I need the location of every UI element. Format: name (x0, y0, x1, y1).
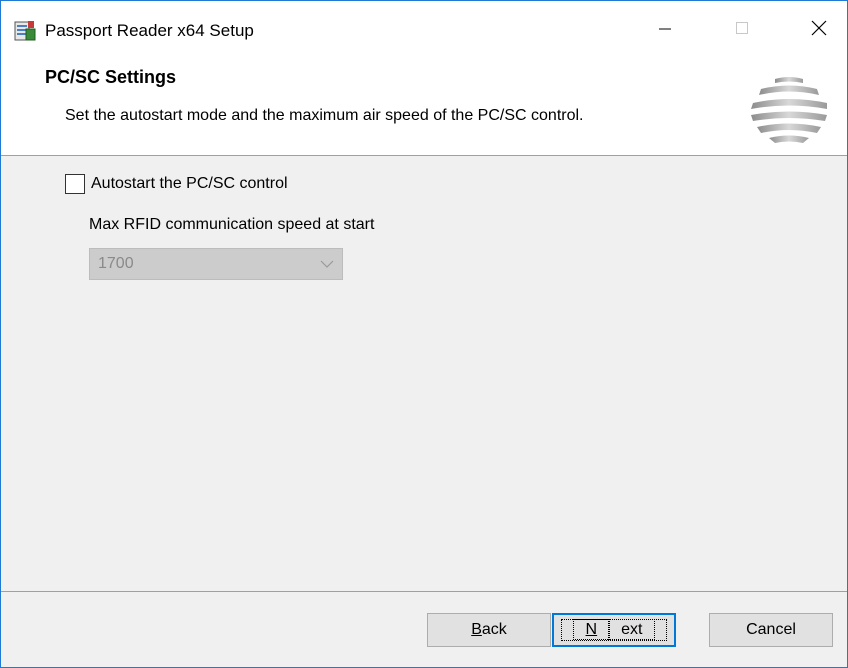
title-bar[interactable]: Passport Reader x64 Setup (1, 1, 847, 59)
speed-dropdown[interactable]: 1700 (89, 248, 343, 280)
next-button[interactable]: Next (552, 613, 676, 647)
autostart-label[interactable]: Autostart the PC/SC control (91, 175, 288, 193)
back-button-label: Back (471, 621, 507, 639)
button-bar: Back Next Cancel (1, 592, 847, 667)
minimize-button[interactable] (636, 1, 694, 59)
window-title: Passport Reader x64 Setup (45, 21, 254, 40)
back-accel-key: B (471, 621, 482, 638)
striped-sphere-logo (747, 73, 831, 147)
settings-panel: Autostart the PC/SC control Max RFID com… (1, 156, 847, 590)
maximize-icon (735, 21, 749, 40)
installer-icon (13, 19, 37, 43)
close-button[interactable] (790, 1, 847, 59)
setup-window: Passport Reader x64 Setup PC/SC Settings… (0, 0, 848, 668)
header-banner: PC/SC Settings Set the autostart mode an… (1, 59, 847, 156)
speed-label: Max RFID communication speed at start (89, 216, 375, 233)
page-description: Set the autostart mode and the maximum a… (65, 107, 584, 124)
speed-dropdown-value: 1700 (98, 255, 134, 272)
close-icon (811, 20, 827, 41)
page-title: PC/SC Settings (45, 67, 177, 87)
autostart-option[interactable]: Autostart the PC/SC control (65, 174, 288, 194)
next-button-label: Next (560, 619, 668, 641)
back-button[interactable]: Back (427, 613, 551, 647)
maximize-button[interactable] (713, 1, 771, 59)
cancel-button[interactable]: Cancel (709, 613, 833, 647)
minimize-icon (658, 21, 672, 40)
next-accel-key: N (572, 619, 611, 640)
next-label-rest: ext (608, 619, 656, 640)
autostart-checkbox[interactable] (65, 174, 85, 194)
chevron-down-icon (320, 257, 334, 276)
back-label-rest: ack (481, 621, 507, 638)
